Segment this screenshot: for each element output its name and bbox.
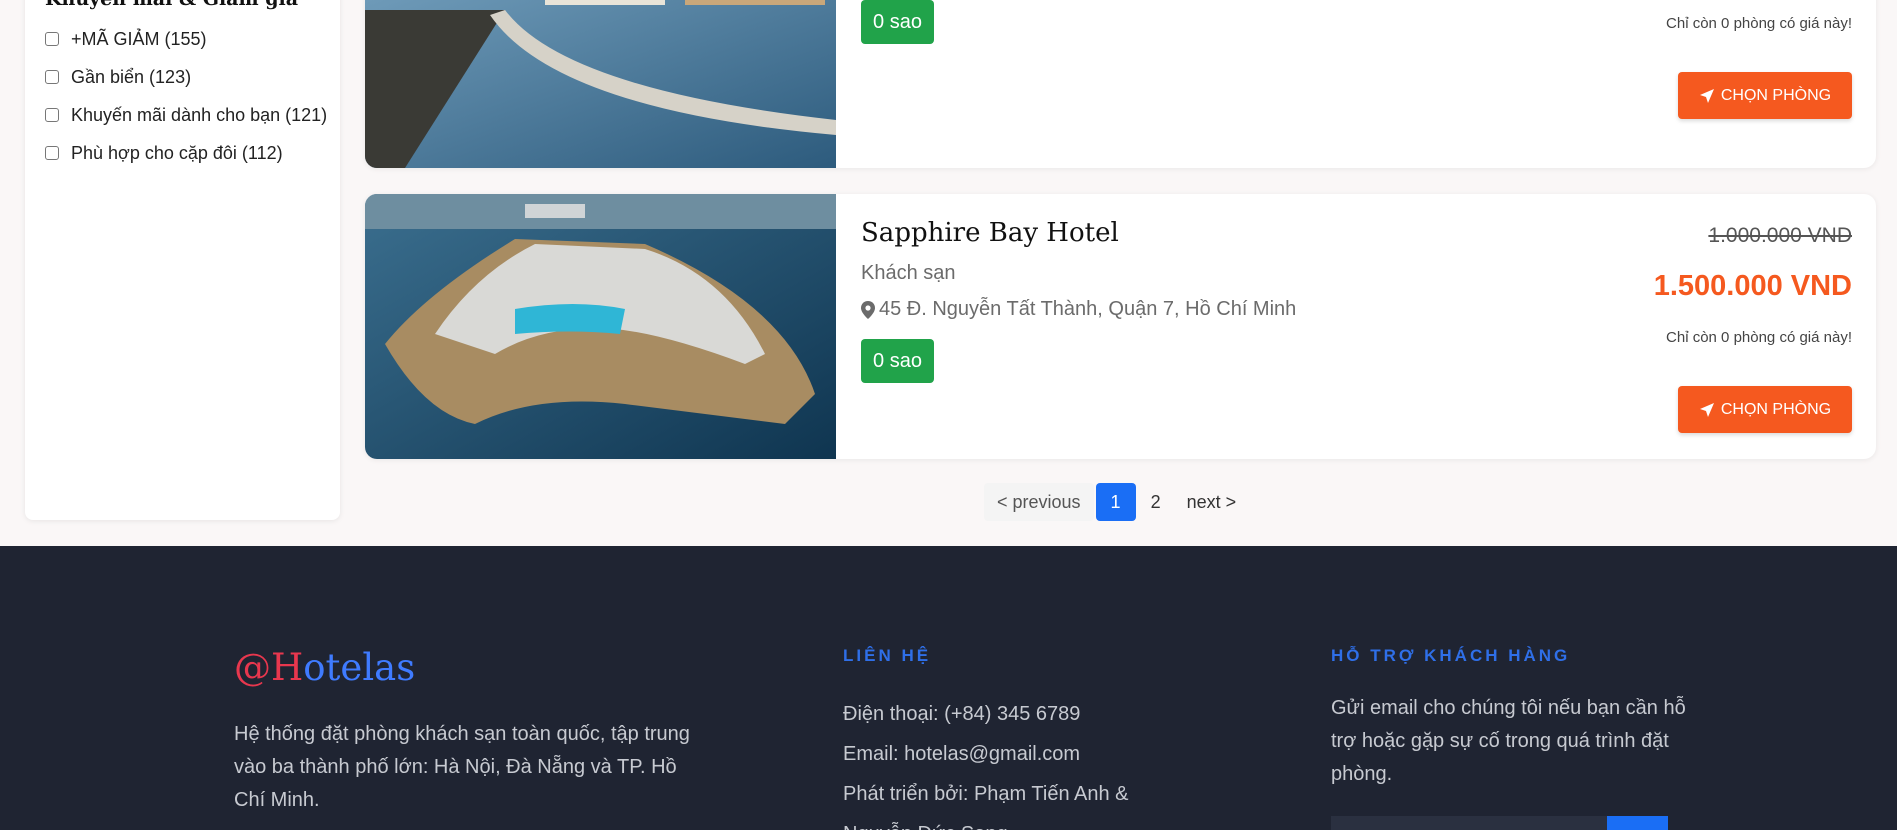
footer-description: Hệ thống đặt phòng khách sạn toàn quốc, …	[234, 723, 690, 811]
hotel-card: Sapphire Bay Hotel Khách sạn 45 Đ. Nguyễ…	[365, 194, 1876, 459]
page-link-2[interactable]: 2	[1138, 483, 1174, 521]
availability-note: Chỉ còn 0 phòng có giá này!	[1666, 329, 1852, 346]
choose-room-label: CHỌN PHÒNG	[1720, 86, 1832, 104]
contact-heading: LIÊN HỆ	[843, 646, 932, 665]
filter-checkbox[interactable]	[45, 32, 59, 46]
current-price: 1.500.000 VND	[1653, 270, 1852, 302]
hotel-type: Khách sạn	[861, 262, 956, 284]
support-text: Gửi email cho chúng tôi nếu bạn cần hỗ t…	[1331, 697, 1686, 785]
hotel-address-text: 45 Đ. Nguyễn Tất Thành, Quận 7, Hồ Chí M…	[879, 298, 1297, 320]
original-price: 1.000.000 VND	[1708, 224, 1852, 247]
contact-list: Điện thoại: (+84) 345 6789 Email: hotela…	[843, 694, 1143, 830]
star-rating-badge: 0 sao	[861, 0, 934, 44]
hotel-card: 0 sao Chỉ còn 0 phòng có giá này! CHỌN P…	[365, 0, 1876, 168]
filter-checkbox[interactable]	[45, 108, 59, 122]
footer-logo[interactable]: @Hotelas	[234, 646, 415, 689]
support-submit-button[interactable]	[1607, 816, 1668, 830]
star-rating-badge: 0 sao	[861, 339, 934, 383]
availability-note: Chỉ còn 0 phòng có giá này!	[1666, 15, 1852, 32]
filter-list: +MÃ GIẢM (155) Gần biển (123) Khuyến mãi…	[45, 20, 327, 172]
support-heading: HỖ TRỢ KHÁCH HÀNG	[1331, 646, 1571, 665]
choose-room-button[interactable]: CHỌN PHÒNG	[1678, 386, 1852, 433]
filter-label: Khuyến mãi dành cho bạn (121)	[71, 104, 328, 125]
contact-developers: Phát triển bởi: Phạm Tiến Anh & Nguyễn Đ…	[843, 783, 1129, 830]
next-page-link[interactable]: next >	[1174, 483, 1250, 521]
filter-item-promo-for-you[interactable]: Khuyến mãi dành cho bạn (121)	[45, 96, 327, 134]
filter-label: Gần biển (123)	[71, 66, 192, 87]
filter-item-couples[interactable]: Phù hợp cho cặp đôi (112)	[45, 134, 327, 172]
pagination: < previous 1 2 next >	[984, 483, 1249, 521]
location-pin-icon	[861, 300, 875, 319]
filter-group-title: Khuyến mãi & Giảm giá	[45, 0, 298, 10]
filter-label: Phù hợp cho cặp đôi (112)	[71, 142, 283, 163]
contact-email: Email: hotelas@gmail.com	[843, 743, 1081, 765]
logo-rest: otelas	[303, 646, 416, 689]
filter-item-near-beach[interactable]: Gần biển (123)	[45, 58, 327, 96]
support-email-input[interactable]	[1331, 816, 1607, 830]
hotel-name[interactable]: Sapphire Bay Hotel	[861, 218, 1119, 248]
page-link-1[interactable]: 1	[1095, 483, 1136, 521]
send-arrow-icon	[1699, 88, 1714, 103]
choose-room-button[interactable]: CHỌN PHÒNG	[1678, 72, 1852, 119]
hotel-image-sapphire-bay[interactable]	[365, 194, 836, 459]
previous-page-link[interactable]: < previous	[984, 483, 1094, 521]
filter-item-promo-code[interactable]: +MÃ GIẢM (155)	[45, 20, 327, 58]
filter-checkbox[interactable]	[45, 146, 59, 160]
choose-room-label: CHỌN PHÒNG	[1720, 400, 1832, 418]
filter-label: +MÃ GIẢM (155)	[71, 28, 207, 49]
site-footer: @Hotelas Hệ thống đặt phòng khách sạn to…	[0, 546, 1897, 830]
logo-prefix: @H	[234, 646, 304, 689]
hotel-image-pool[interactable]	[365, 0, 836, 168]
filter-checkbox[interactable]	[45, 70, 59, 84]
send-arrow-icon	[1699, 402, 1714, 417]
contact-phone: Điện thoại: (+84) 345 6789	[843, 703, 1081, 725]
hotel-address: 45 Đ. Nguyễn Tất Thành, Quận 7, Hồ Chí M…	[861, 298, 1296, 321]
filter-sidebar: Khuyến mãi & Giảm giá +MÃ GIẢM (155) Gần…	[25, 0, 340, 520]
